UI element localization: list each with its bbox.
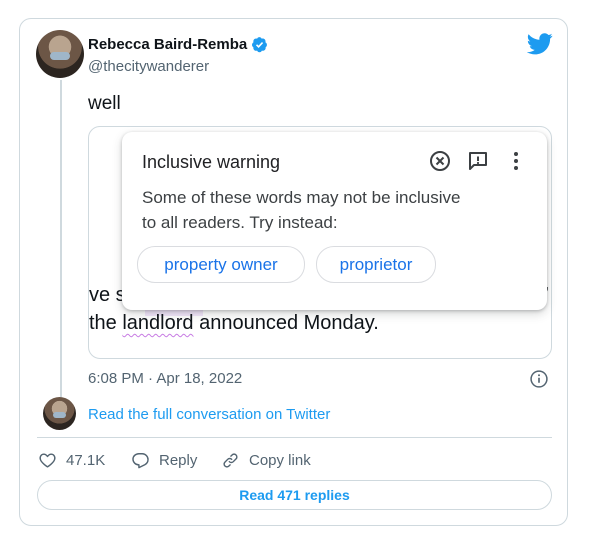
tweet-text: well [88,93,121,114]
author-handle[interactable]: @thecitywanderer [88,58,209,75]
popup-icon-bar [428,149,528,173]
conversation-avatar[interactable] [43,397,76,430]
read-replies-button[interactable]: Read 471 replies [37,480,552,510]
dismiss-icon[interactable] [428,149,452,173]
reply-action[interactable]: Reply [131,451,197,470]
doc-text-after: announced Monday. [193,312,379,334]
more-options-icon[interactable] [504,149,528,173]
doc-text-before: the [89,312,123,334]
inclusive-warning-popup: Inclusive warning Some of these words ma… [122,132,547,310]
flagged-word[interactable]: landlord [122,312,193,334]
author-name[interactable]: Rebecca Baird-Remba [88,36,247,53]
doc-line-2: the landlord announced Monday. [89,312,379,335]
author-avatar[interactable] [36,30,84,78]
copy-link-action[interactable]: Copy link [221,451,311,470]
reply-icon [132,453,149,469]
tweet-timestamp[interactable]: 6:08 PM · Apr 18, 2022 [88,370,242,387]
verified-badge-icon [252,37,268,53]
heart-icon [39,453,56,468]
read-conversation-link[interactable]: Read the full conversation on Twitter [88,406,330,423]
twitter-bird-icon[interactable] [527,33,553,55]
thread-line [60,80,62,398]
like-count: 47.1K [66,452,106,469]
link-icon [223,453,238,468]
suggestion-chip-proprietor[interactable]: proprietor [316,246,436,283]
popup-body: Some of these words may not be inclusive… [142,188,461,232]
suggestion-chip-property-owner[interactable]: property owner [137,246,305,283]
reply-label: Reply [159,452,198,469]
popup-title: Inclusive warning [142,152,281,172]
doc-line-1: ve s [89,284,126,306]
feedback-icon[interactable] [466,149,490,173]
author-name-row[interactable]: Rebecca Baird-Remba [88,36,268,53]
info-icon[interactable] [529,369,549,389]
divider [37,437,552,438]
copy-link-label: Copy link [249,452,311,469]
like-action[interactable]: 47.1K [38,451,105,470]
